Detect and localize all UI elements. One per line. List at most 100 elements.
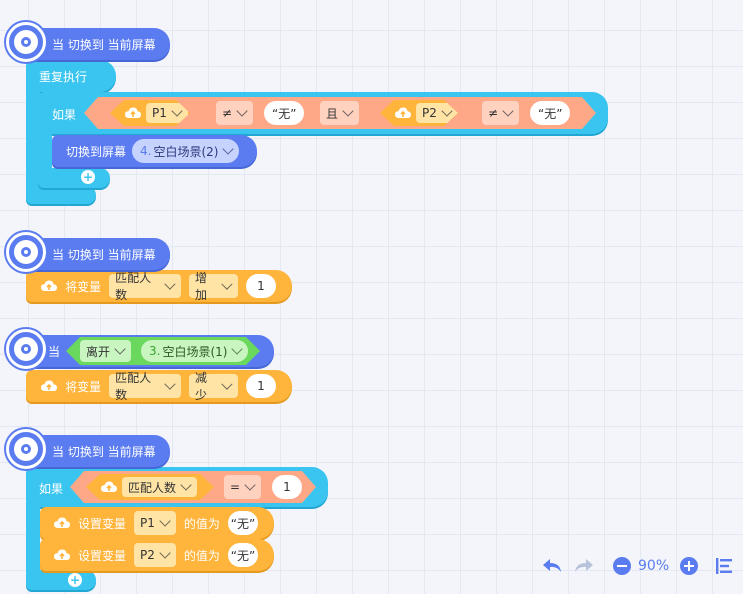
and-label: 且 <box>326 106 339 121</box>
left-op-dropdown[interactable]: ≠ <box>216 101 253 125</box>
cloud-variable-icon <box>40 377 57 395</box>
assign-value: “无” <box>230 516 256 531</box>
chevron-down-icon <box>502 105 513 116</box>
if-arm <box>26 500 40 578</box>
scene-dropdown[interactable]: 4. 空白场景(2) <box>132 139 240 163</box>
when-label: 当 <box>48 344 61 359</box>
zoom-level: 90% <box>638 558 670 574</box>
var-dropdown[interactable]: P2 <box>134 543 176 567</box>
right-var-name: P2 <box>422 106 437 120</box>
zoom-in-icon[interactable] <box>680 557 698 575</box>
align-blocks-icon[interactable] <box>714 557 734 575</box>
leave-scene-condition[interactable]: 离开 3. 空白场景(1) <box>66 337 260 365</box>
left-value-input[interactable]: “无” <box>264 101 304 125</box>
assign-value-input[interactable]: “无” <box>227 511 258 535</box>
chevron-down-icon <box>164 378 176 390</box>
zoom-out-icon[interactable] <box>613 557 631 575</box>
set-label: 设置变量 <box>78 548 127 563</box>
scene-dropdown[interactable]: 3. 空白场景(1) <box>141 340 248 362</box>
repeat-foot <box>26 186 96 204</box>
redo-icon[interactable] <box>573 556 595 576</box>
var-dropdown[interactable]: 匹配人数 <box>122 477 197 497</box>
add-branch-plus-icon[interactable]: + <box>68 573 82 587</box>
cloud-variable-icon <box>124 104 142 122</box>
set-label: 设置变量 <box>78 516 127 531</box>
event-dropdown[interactable]: 离开 <box>80 340 131 362</box>
switch-screen-block[interactable]: 切换到屏幕 4. 空白场景(2) <box>52 135 257 167</box>
action-dropdown[interactable]: 减少 <box>188 371 238 402</box>
left-comparison[interactable]: P1 <box>110 100 190 126</box>
when-switch-hat[interactable]: 当 切换到 当前屏幕 <box>6 22 170 62</box>
var-name: P1 <box>140 516 155 530</box>
change-var-block[interactable]: 将变量 匹配人数 减少 1 <box>26 370 292 402</box>
right-value: “无” <box>538 106 563 121</box>
hat-label: 当 切换到 当前屏幕 <box>52 247 156 262</box>
var-name: 匹配人数 <box>115 271 152 302</box>
action: 增加 <box>194 271 207 302</box>
if-foot <box>38 168 110 188</box>
change-var-block[interactable]: 将变量 匹配人数 增加 1 <box>26 270 292 302</box>
hat-label: 当 切换到 当前屏幕 <box>52 444 156 459</box>
left-var-dropdown[interactable]: P1 <box>146 103 188 123</box>
chevron-down-icon <box>441 105 452 116</box>
scene-name: 空白场景(2) <box>153 144 219 159</box>
event-hat-icon <box>6 429 46 469</box>
undo-icon[interactable] <box>541 556 563 576</box>
var-name: 匹配人数 <box>115 371 152 402</box>
left-var-name: P1 <box>152 106 167 120</box>
amount-input[interactable]: 1 <box>246 274 276 298</box>
chevron-down-icon <box>171 105 182 116</box>
switch-label: 切换到屏幕 <box>66 144 127 159</box>
add-branch-plus-icon[interactable]: + <box>81 170 95 184</box>
left-op: ≠ <box>222 106 233 120</box>
chevron-down-icon <box>221 378 233 390</box>
chevron-down-icon <box>236 105 247 116</box>
right-var-dropdown[interactable]: P2 <box>416 103 458 123</box>
when-leave-hat[interactable]: 当 离开 3. 空白场景(1) <box>6 329 274 369</box>
set-var-block-2[interactable]: 设置变量 P2 的值为 “无” <box>40 539 274 571</box>
cloud-variable-icon <box>100 478 118 496</box>
value-of-label: 的值为 <box>183 548 220 563</box>
var-dropdown[interactable]: 匹配人数 <box>109 271 181 302</box>
set-var-block-1[interactable]: 设置变量 P1 的值为 “无” <box>40 507 274 539</box>
event-hat-icon <box>6 22 46 62</box>
action-dropdown[interactable]: 增加 <box>188 271 238 302</box>
value-of-label: 的值为 <box>183 516 220 531</box>
value: 1 <box>283 480 291 494</box>
if-label: 如果 <box>39 482 64 496</box>
event-hat-icon <box>6 329 46 369</box>
when-switch-hat[interactable]: 当 切换到 当前屏幕 <box>6 232 170 272</box>
chevron-down-icon <box>222 143 235 155</box>
var-dropdown[interactable]: 匹配人数 <box>109 371 181 402</box>
scene-number: 3. <box>149 344 161 358</box>
chevron-down-icon <box>159 547 171 559</box>
assign-value-input[interactable]: “无” <box>227 543 258 567</box>
cloud-variable-icon <box>394 104 412 122</box>
chevron-down-icon <box>232 343 243 354</box>
right-value-input[interactable]: “无” <box>530 101 570 125</box>
amount: 1 <box>257 379 265 393</box>
right-op-dropdown[interactable]: ≠ <box>482 101 519 125</box>
equals-operator[interactable]: 匹配人数 = 1 <box>70 471 316 503</box>
amount-input[interactable]: 1 <box>246 374 276 398</box>
if-label: 如果 <box>52 108 77 122</box>
var-name: P2 <box>140 548 155 562</box>
op: = <box>230 480 241 494</box>
and-dropdown[interactable]: 且 <box>320 101 359 125</box>
assign-value: “无” <box>230 548 256 563</box>
var-dropdown[interactable]: P1 <box>134 511 176 535</box>
chevron-down-icon <box>159 515 171 527</box>
chevron-down-icon <box>180 479 191 490</box>
when-switch-hat[interactable]: 当 切换到 当前屏幕 <box>6 429 170 469</box>
var-name: 匹配人数 <box>128 480 177 495</box>
repeat-label: 重复执行 <box>39 70 88 84</box>
op-dropdown[interactable]: = <box>224 475 261 499</box>
amount: 1 <box>257 279 265 293</box>
right-comparison[interactable]: P2 <box>380 100 458 126</box>
and-operator[interactable]: P1 ≠ “无” 且 P2 ≠ “无” <box>84 97 596 129</box>
value-input[interactable]: 1 <box>272 475 302 499</box>
cloud-variable-icon <box>54 514 70 532</box>
var-reporter[interactable]: 匹配人数 <box>86 474 214 500</box>
chevron-down-icon <box>221 278 233 290</box>
set-label: 将变量 <box>65 279 102 294</box>
